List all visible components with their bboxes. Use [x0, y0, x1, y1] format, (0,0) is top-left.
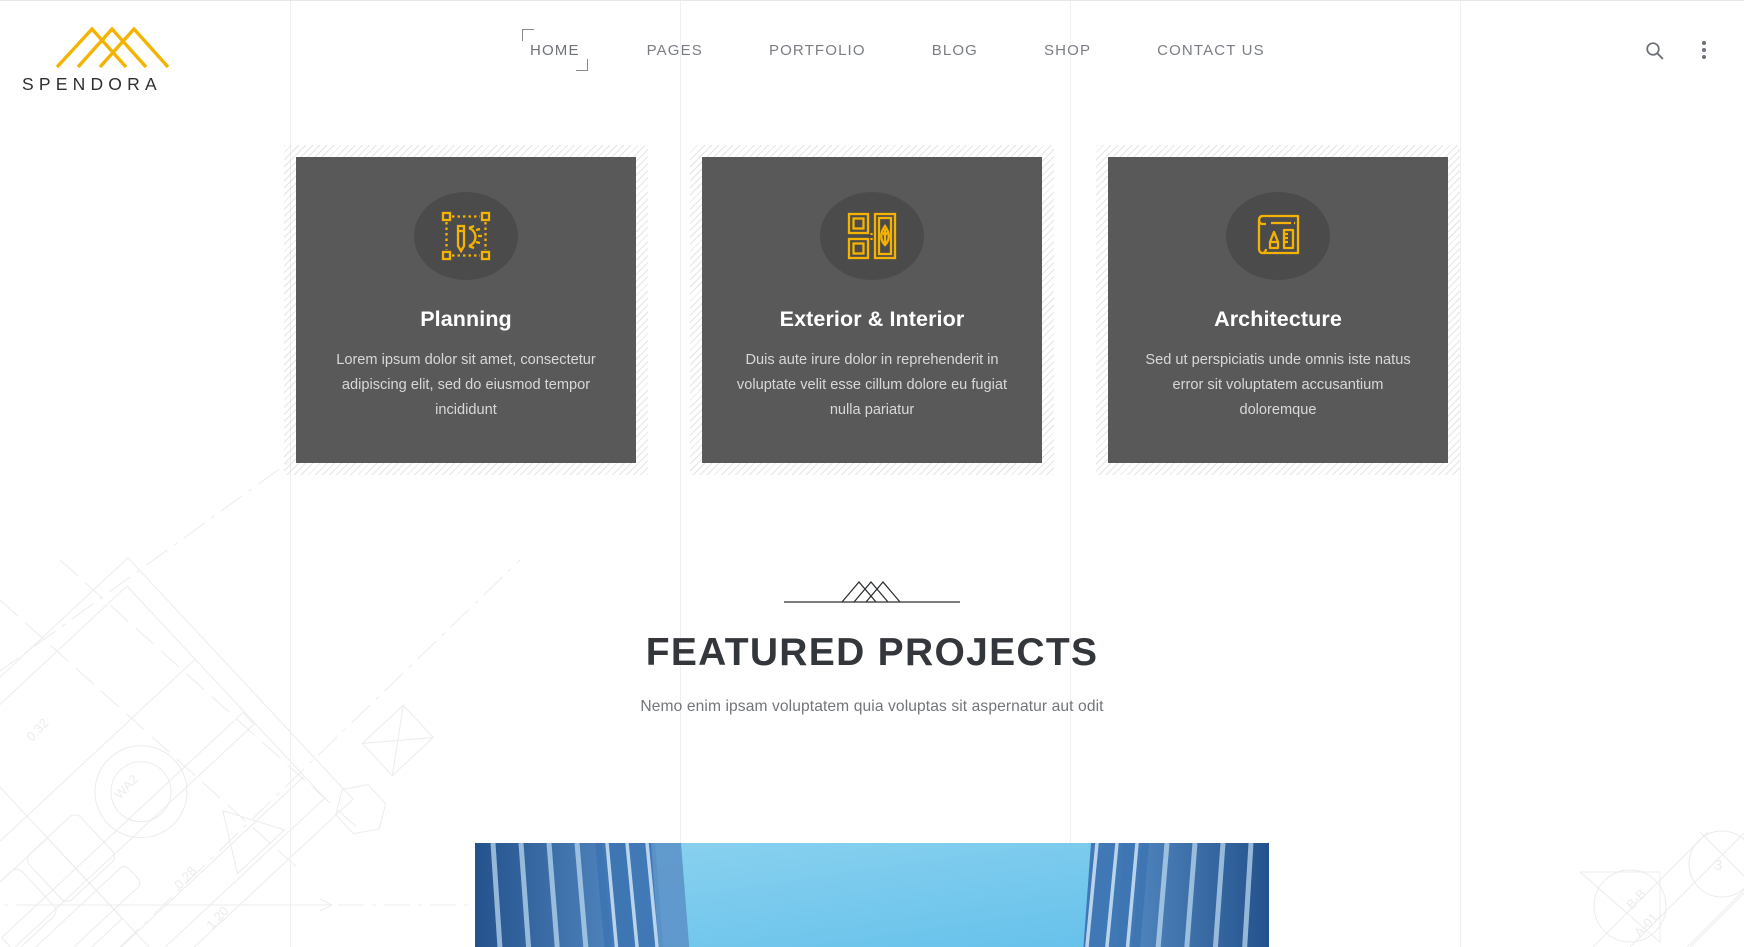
nav-item-contact-us[interactable]: CONTACT US [1124, 40, 1298, 62]
service-card-architecture[interactable]: Architecture Sed ut perspiciatis unde om… [1108, 157, 1448, 463]
service-icon-circle [414, 192, 518, 281]
service-card-frame: Planning Lorem ipsum dolor sit amet, con… [284, 145, 648, 475]
featured-projects-title: FEATURED PROJECTS [645, 631, 1099, 674]
featured-projects-section: FEATURED PROJECTS Nemo enim ipsam volupt… [0, 575, 1744, 716]
active-corner-bottom-right-icon [576, 59, 588, 71]
svg-text:WA2: WA2 [111, 772, 141, 802]
services-section: Planning Lorem ipsum dolor sit amet, con… [0, 145, 1744, 475]
service-card-frame: Exterior & Interior Duis aute irure dolo… [690, 145, 1054, 475]
header-tools [1642, 38, 1716, 62]
svg-text:A-01: A-01 [1631, 910, 1661, 940]
svg-text:3: 3 [1714, 857, 1722, 874]
service-card-frame: Architecture Sed ut perspiciatis unde om… [1096, 145, 1460, 475]
nav-item-portfolio[interactable]: PORTFOLIO [736, 40, 899, 62]
svg-text:0.28: 0.28 [171, 863, 199, 892]
service-card-title: Exterior & Interior [779, 307, 965, 332]
more-vertical-icon [1702, 41, 1706, 59]
service-card-title: Planning [420, 307, 512, 332]
active-corner-top-left-icon [522, 29, 534, 41]
svg-text:0.32: 0.32 [23, 715, 51, 744]
service-card-description: Lorem ipsum dolor sit amet, consectetur … [336, 352, 596, 418]
brand-logo[interactable]: SPENDORA [22, 23, 222, 94]
nav-label: HOME [530, 42, 580, 59]
section-divider [0, 575, 1744, 605]
window-top-divider [0, 0, 1744, 1]
mountain-roof-logo-icon [55, 26, 170, 69]
nav-label: SHOP [1044, 42, 1092, 59]
featured-projects-subtitle: Nemo enim ipsam voluptatem quia voluptas… [640, 697, 1104, 715]
window-door-leaf-interior-icon [847, 212, 897, 260]
service-icon-circle [820, 192, 924, 281]
service-card-planning[interactable]: Planning Lorem ipsum dolor sit amet, con… [296, 157, 636, 463]
nav-label: BLOG [931, 42, 978, 59]
nav-item-blog[interactable]: BLOG [899, 40, 1011, 62]
skyscrapers-against-blue-sky-photo [475, 843, 1269, 947]
nav-label: PORTFOLIO [768, 42, 866, 59]
nav-label: CONTACT US [1157, 42, 1265, 59]
service-card-exterior-interior[interactable]: Exterior & Interior Duis aute irure dolo… [702, 157, 1042, 463]
nav-item-pages[interactable]: PAGES [614, 40, 736, 62]
svg-text:1.20: 1.20 [203, 903, 231, 932]
service-card-title: Architecture [1214, 307, 1342, 332]
nav-item-home[interactable]: HOME [522, 29, 614, 71]
search-icon [1645, 41, 1663, 59]
site-header: SPENDORA HOME PAGES PORTFOLIO BLOG SHOP … [0, 0, 1744, 102]
service-icon-circle [1226, 192, 1330, 281]
featured-project-image[interactable] [475, 843, 1269, 947]
service-card-description: Sed ut perspiciatis unde omnis iste natu… [1145, 352, 1411, 418]
brand-name: SPENDORA [22, 74, 162, 94]
nav-item-shop[interactable]: SHOP [1011, 40, 1124, 62]
blueprint-pencil-ruler-icon [1257, 214, 1300, 255]
more-options-button[interactable] [1692, 38, 1716, 62]
search-button[interactable] [1642, 38, 1666, 62]
main-navigation: HOME PAGES PORTFOLIO BLOG SHOP CONTACT U… [522, 29, 1298, 71]
mountain-divider-icon [784, 581, 960, 603]
nav-label: PAGES [646, 42, 703, 59]
svg-text:B-B: B-B [1623, 886, 1649, 912]
service-card-description: Duis aute irure dolor in reprehenderit i… [736, 352, 1008, 418]
pencil-gear-planning-icon [441, 211, 491, 261]
page-root: 0.32 0.28 1.20 WA2 B-B A-01 3 SPENDORA H… [0, 0, 1744, 947]
